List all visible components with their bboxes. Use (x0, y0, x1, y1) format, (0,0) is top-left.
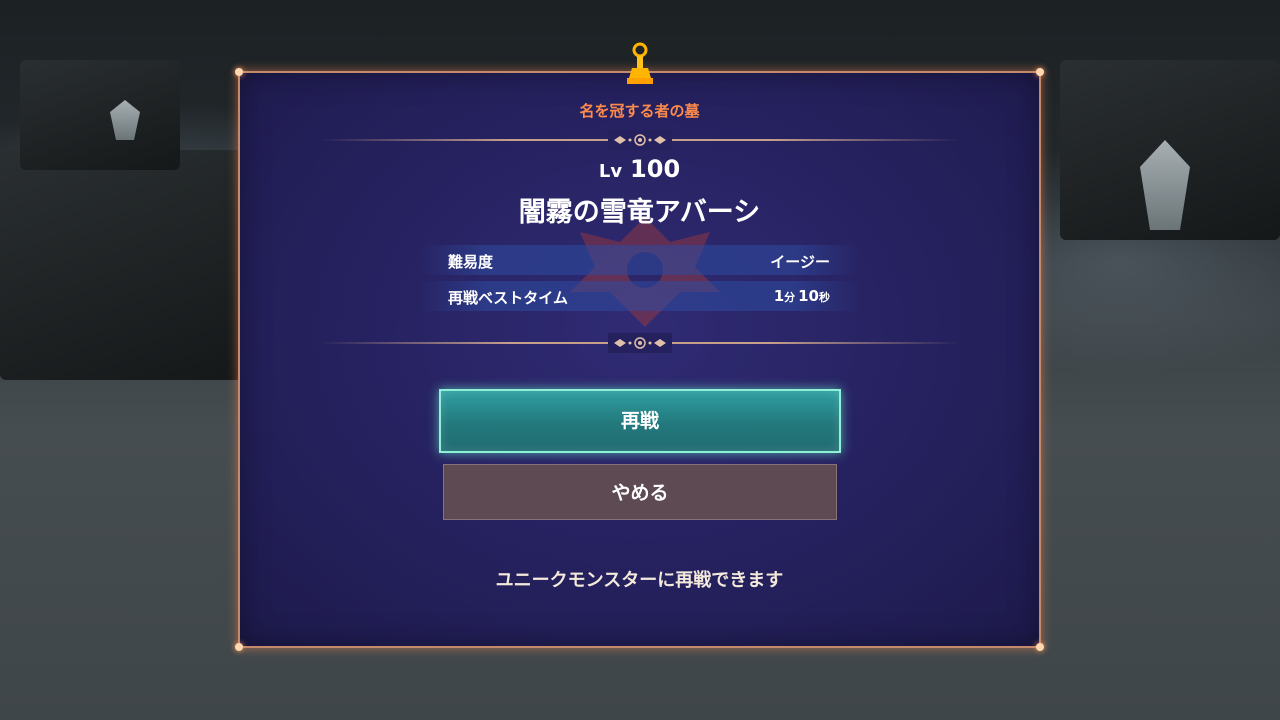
divider-ornament-icon (608, 130, 672, 150)
stat-label: 再戦ベストタイム (448, 289, 569, 307)
boss-name: 闇霧の雪竜アバーシ (518, 197, 761, 228)
rematch-button[interactable]: 再戦 (439, 389, 841, 453)
level-value: 100 (630, 155, 681, 183)
level-prefix: Lv (598, 161, 623, 182)
stat-row-difficulty: 難易度 イージー (420, 245, 860, 275)
boss-level: Lv 100 (238, 155, 1041, 183)
bottom-divider (320, 333, 960, 353)
hint-text: ユニークモンスターに再戦できます (495, 570, 784, 591)
minute-unit: 分 (784, 291, 796, 304)
stat-value: イージー (770, 253, 830, 271)
top-divider (320, 130, 960, 150)
dungeon-name: 名を冠する者の墓 (579, 102, 700, 120)
divider-ornament-icon (608, 333, 672, 353)
panel-corner (235, 643, 243, 651)
second-unit: 秒 (819, 291, 830, 304)
best-time-seconds: 10 (798, 287, 819, 305)
quit-button[interactable]: やめる (443, 464, 837, 520)
background-rock (20, 60, 180, 170)
stat-label: 難易度 (448, 253, 494, 271)
panel-corner (1036, 68, 1044, 76)
stat-row-best-time: 再戦ベストタイム 1分 10秒 (420, 281, 860, 311)
panel-corner (1036, 643, 1044, 651)
trophy-icon (627, 42, 653, 84)
best-time-value: 1分 10秒 (774, 287, 830, 305)
background-rock (0, 150, 250, 380)
best-time-minutes: 1 (773, 287, 785, 305)
panel-corner (235, 68, 243, 76)
